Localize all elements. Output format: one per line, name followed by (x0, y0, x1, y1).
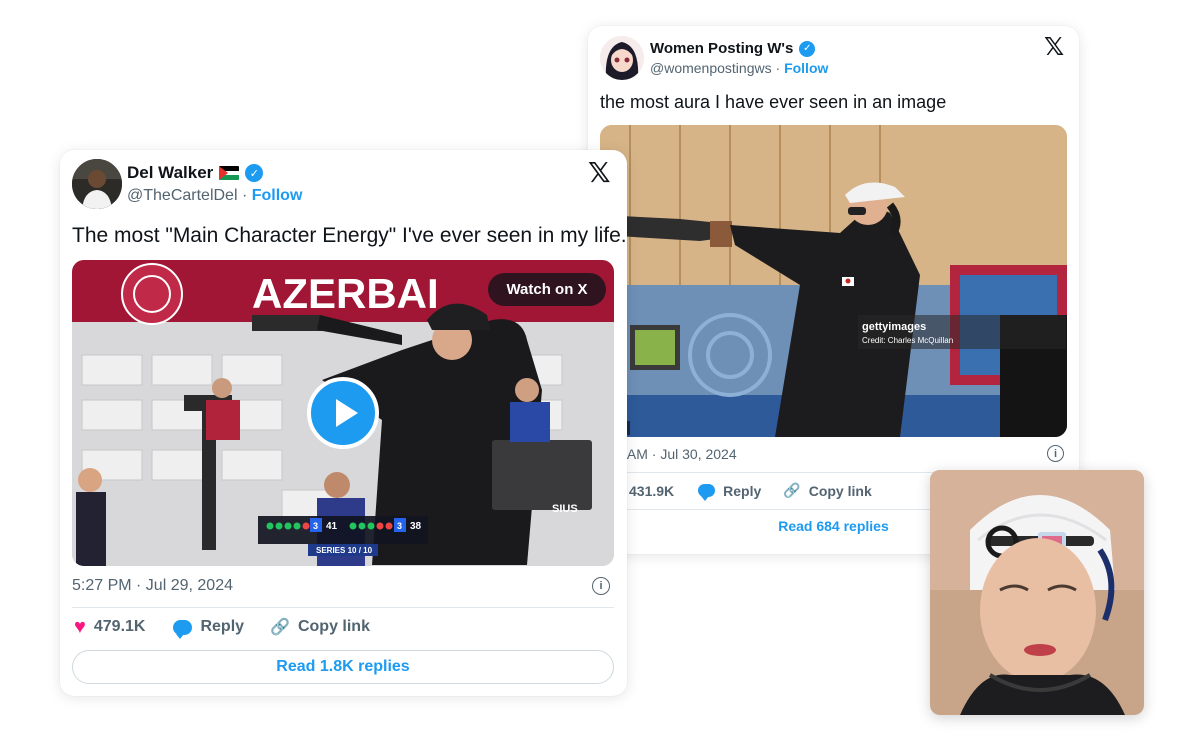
tweet-timestamp[interactable]: 5:27 PM · Jul 29, 2024 (72, 577, 233, 595)
copy-link-button[interactable]: 🔗 Copy link (783, 482, 871, 499)
tweet-header: Women Posting W's ✓ @womenpostingws · Fo… (600, 36, 828, 80)
copy-link-label: Copy link (297, 618, 370, 635)
getty-watermark: gettyimages (862, 321, 926, 333)
tweet-text: The most "Main Character Energy" I've ev… (72, 224, 627, 247)
x-logo-icon[interactable]: 𝕏 (1044, 32, 1064, 62)
author-name[interactable]: Women Posting W's (650, 40, 793, 57)
follow-button[interactable]: Follow (784, 60, 828, 76)
x-logo-icon[interactable]: 𝕏 (588, 156, 611, 189)
reply-button[interactable]: Reply (698, 482, 762, 501)
tweet-video[interactable]: AZERBAI SIUS 3 3 41 38 SERIES 10 / 10 Wa… (72, 260, 614, 566)
info-icon[interactable]: i (1047, 445, 1064, 462)
reply-label: Reply (200, 618, 245, 635)
series-label: SERIES 10 / 10 (316, 546, 373, 555)
link-icon: 🔗 (783, 482, 801, 498)
monitor-label: SIUS (552, 503, 578, 515)
tweet-text: the most aura I have ever seen in an ima… (600, 92, 947, 112)
reply-label: Reply (723, 482, 762, 499)
divider (72, 607, 614, 608)
like-button[interactable]: 431.9K (629, 483, 674, 499)
banner-text: AZERBAI (252, 270, 439, 317)
author-handle[interactable]: @womenpostingws (650, 60, 772, 76)
avatar-image (72, 159, 122, 209)
photo-frame: gettyimages Credit: Charles McQuillan 29… (600, 125, 1067, 437)
watch-on-x-button[interactable]: Watch on X (488, 273, 606, 306)
verified-icon: ✓ (245, 164, 264, 182)
tweet-actions: 431.9K Reply 🔗 Copy link (629, 482, 872, 501)
verified-icon: ✓ (799, 40, 816, 57)
reply-bubble-icon (173, 619, 193, 639)
copy-link-button[interactable]: 🔗 Copy link (270, 617, 370, 637)
separator: · (241, 187, 248, 204)
reply-bubble-icon (698, 484, 716, 501)
left-set: 3 (313, 521, 318, 531)
play-icon[interactable] (307, 377, 379, 449)
avatar[interactable] (72, 159, 122, 209)
avatar[interactable] (600, 36, 644, 80)
reply-button[interactable]: Reply (173, 618, 245, 639)
avatar-image (600, 36, 644, 80)
info-icon[interactable]: i (592, 577, 610, 595)
tweet-photo[interactable]: gettyimages Credit: Charles McQuillan 29… (600, 125, 1067, 437)
closeup-image (930, 470, 1144, 715)
tweet-card-del-walker: Del Walker ✓ @TheCartelDel · Follow 𝕏 Th… (60, 150, 627, 696)
left-score: 41 (326, 521, 338, 532)
read-replies-button[interactable]: Read 1.8K replies (72, 650, 614, 684)
like-count: 479.1K (93, 618, 146, 635)
heart-icon: ♥ (74, 616, 86, 638)
like-button[interactable]: ♥ 479.1K (74, 617, 145, 637)
author-handle[interactable]: @TheCartelDel (127, 187, 238, 204)
photo-credit: Credit: Charles McQuillan (862, 336, 953, 345)
separator: · (775, 60, 781, 76)
author-name[interactable]: Del Walker (127, 163, 213, 183)
tweet-actions: ♥ 479.1K Reply 🔗 Copy link (74, 617, 370, 639)
copy-link-label: Copy link (808, 482, 872, 499)
like-count: 431.9K (629, 482, 675, 499)
right-set: 3 (397, 521, 402, 531)
tweet-header: Del Walker ✓ @TheCartelDel · Follow (72, 159, 302, 209)
follow-button[interactable]: Follow (252, 187, 303, 204)
flag-icon (219, 166, 240, 180)
closeup-photo (930, 470, 1144, 715)
right-score: 38 (410, 521, 422, 532)
link-icon: 🔗 (270, 619, 290, 636)
tweet-timestamp[interactable]: 0 AM · Jul 30, 2024 (616, 446, 737, 462)
